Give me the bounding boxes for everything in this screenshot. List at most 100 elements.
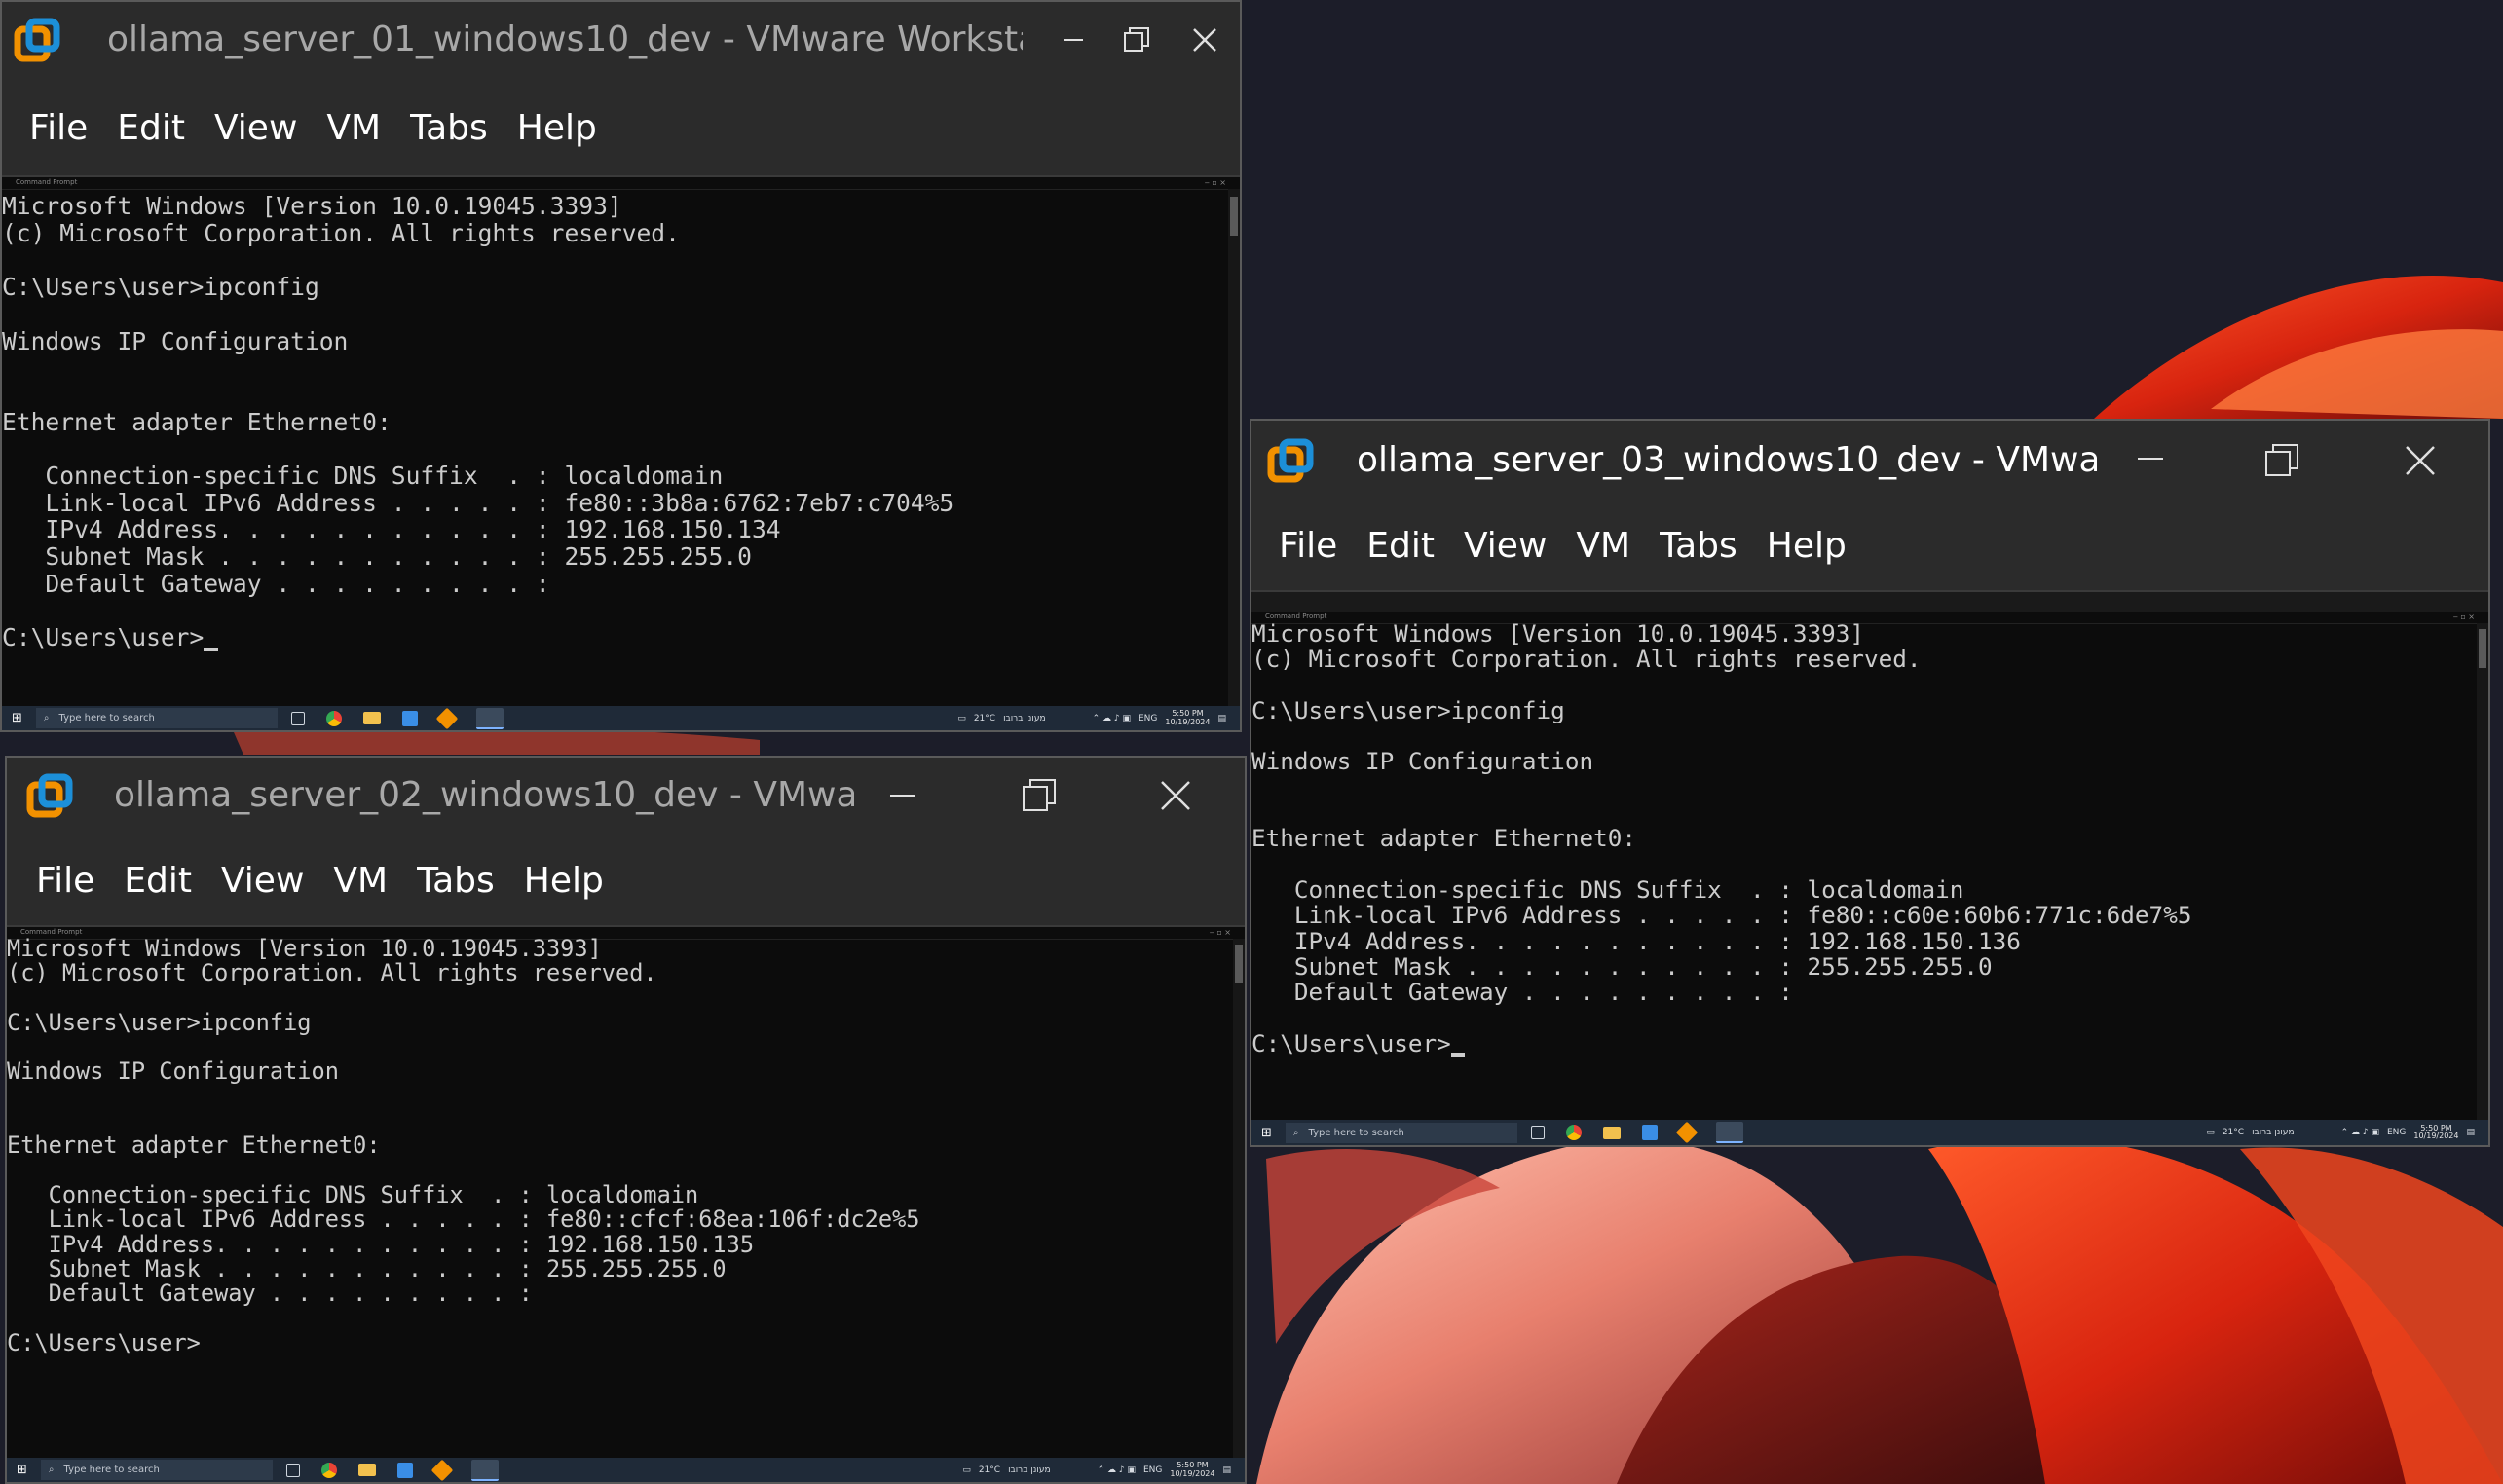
vm-console[interactable]: Command Prompt ‒ ▫ × Microsoft Windows [… bbox=[1252, 612, 2488, 1120]
minimize-button[interactable] bbox=[2121, 436, 2180, 485]
restore-button[interactable] bbox=[1010, 771, 1068, 820]
system-tray: ▭ 21°C מעונן ברובו ⌃ ☁ ♪ ▣ ENG 5:50 PM 1… bbox=[962, 1461, 1245, 1478]
menu-help[interactable]: Help bbox=[524, 861, 604, 901]
titlebar[interactable]: ollama_server_01_windows10_dev - VMware … bbox=[2, 2, 1240, 80]
language-indicator[interactable]: ENG bbox=[2387, 1128, 2406, 1137]
language-indicator[interactable]: ENG bbox=[1139, 714, 1157, 723]
window-title: ollama_server_01_windows10_dev - VMware … bbox=[107, 19, 1023, 59]
menu-file[interactable]: File bbox=[36, 861, 94, 901]
guest-taskbar: ⊞ ⌕ Type here to search ▭ 21°C מעונן ברו… bbox=[7, 1458, 1245, 1482]
language-indicator[interactable]: ENG bbox=[1143, 1465, 1162, 1475]
cmd-taskbar-icon[interactable] bbox=[470, 1459, 499, 1481]
guest-taskbar: ⊞ ⌕ Type here to search ▭ 21°C מעונן ברו… bbox=[2, 706, 1240, 730]
windows-start-icon[interactable]: ⊞ bbox=[1252, 1126, 1286, 1140]
terminal-line: (c) Microsoft Corporation. All rights re… bbox=[2, 218, 680, 247]
terminal-output: Microsoft Windows [Version 10.0.19045.33… bbox=[7, 936, 920, 1355]
menu-help[interactable]: Help bbox=[517, 108, 597, 148]
cmd-taskbar-icon[interactable] bbox=[1715, 1122, 1743, 1143]
close-button[interactable] bbox=[1146, 771, 1205, 820]
vmware-app-icon[interactable] bbox=[430, 1459, 454, 1481]
vm-window-1: ollama_server_01_windows10_dev - VMware … bbox=[0, 0, 1242, 732]
titlebar[interactable]: ollama_server_02_windows10_dev - VMware … bbox=[7, 758, 1245, 835]
file-explorer-icon[interactable] bbox=[1602, 1126, 1621, 1139]
menu-file[interactable]: File bbox=[1279, 526, 1337, 566]
menu-tabs[interactable]: Tabs bbox=[1660, 526, 1737, 566]
windows-start-icon[interactable]: ⊞ bbox=[7, 1463, 41, 1477]
close-icon bbox=[2406, 446, 2435, 475]
vmware-app-icon[interactable] bbox=[435, 707, 459, 729]
cmd-title: Command Prompt bbox=[16, 178, 78, 186]
menu-edit[interactable]: Edit bbox=[117, 108, 185, 148]
vscode-icon[interactable] bbox=[1641, 1125, 1658, 1140]
menu-file[interactable]: File bbox=[29, 108, 88, 148]
menu-tabs[interactable]: Tabs bbox=[410, 108, 488, 148]
menu-view[interactable]: View bbox=[1464, 526, 1547, 566]
file-explorer-icon[interactable] bbox=[357, 1464, 376, 1476]
search-placeholder: Type here to search bbox=[58, 713, 155, 723]
notification-icon[interactable]: ▤ bbox=[1222, 1465, 1231, 1475]
vmware-logo-icon bbox=[14, 18, 60, 62]
windows-start-icon[interactable]: ⊞ bbox=[2, 711, 36, 725]
terminal-line: Microsoft Windows [Version 10.0.19045.33… bbox=[2, 192, 622, 220]
vscode-icon[interactable] bbox=[396, 1462, 413, 1478]
file-explorer-icon[interactable] bbox=[362, 712, 381, 724]
vm-window-3: ollama_server_03_windows10_dev - VMware … bbox=[1250, 419, 2490, 1147]
menu-vm[interactable]: VM bbox=[326, 108, 381, 148]
taskbar-apps bbox=[285, 1459, 499, 1481]
notification-icon[interactable]: ▤ bbox=[2466, 1128, 2475, 1137]
task-view-icon[interactable] bbox=[285, 1463, 300, 1477]
chrome-icon[interactable] bbox=[325, 710, 342, 726]
terminal-line: Windows IP Configuration bbox=[7, 1057, 339, 1086]
vscode-icon[interactable] bbox=[401, 710, 418, 726]
clock-date: 10/19/2024 bbox=[1170, 1468, 1215, 1478]
taskbar-search[interactable]: ⌕ Type here to search bbox=[1285, 1122, 1517, 1143]
clock[interactable]: 5:50 PM 10/19/2024 bbox=[2413, 1124, 2458, 1141]
minimize-button[interactable] bbox=[874, 771, 932, 820]
task-view-icon[interactable] bbox=[1530, 1126, 1545, 1139]
terminal-line: Subnet Mask . . . . . . . . . . . : 255.… bbox=[1252, 951, 1993, 981]
notification-icon[interactable]: ▤ bbox=[1217, 714, 1226, 723]
close-button[interactable] bbox=[2391, 436, 2449, 485]
close-icon bbox=[1193, 28, 1216, 52]
menu-edit[interactable]: Edit bbox=[124, 861, 192, 901]
task-view-icon[interactable] bbox=[290, 711, 305, 725]
terminal-line: Link-local IPv6 Address . . . . . : fe80… bbox=[7, 1206, 920, 1234]
menu-view[interactable]: View bbox=[221, 861, 304, 901]
vm-console[interactable]: Command Prompt ‒ ▫ × Microsoft Windows [… bbox=[2, 177, 1240, 708]
taskbar-search[interactable]: ⌕ Type here to search bbox=[40, 1460, 273, 1480]
taskbar-search[interactable]: ⌕ Type here to search bbox=[35, 708, 278, 728]
menu-help[interactable]: Help bbox=[1767, 526, 1847, 566]
cmd-controls: ‒ ▫ × bbox=[2452, 612, 2475, 621]
minimize-button[interactable] bbox=[1044, 16, 1102, 64]
menu-vm[interactable]: VM bbox=[333, 861, 388, 901]
clock[interactable]: 5:50 PM 10/19/2024 bbox=[1165, 709, 1210, 726]
menu-tabs[interactable]: Tabs bbox=[417, 861, 495, 901]
chrome-icon[interactable] bbox=[1565, 1125, 1582, 1140]
restore-button[interactable] bbox=[1107, 16, 1166, 64]
weather-desc: מעונן ברובו bbox=[1008, 1465, 1051, 1475]
terminal-line: Ethernet adapter Ethernet0: bbox=[2, 407, 392, 436]
chrome-icon[interactable] bbox=[320, 1462, 337, 1478]
clock[interactable]: 5:50 PM 10/19/2024 bbox=[1170, 1461, 1215, 1478]
scrollbar[interactable] bbox=[1228, 189, 1240, 708]
menu-vm[interactable]: VM bbox=[1576, 526, 1630, 566]
terminal-line: C:\Users\user> bbox=[1252, 1030, 2191, 1057]
restore-button[interactable] bbox=[2253, 436, 2311, 485]
titlebar[interactable]: ollama_server_03_windows10_dev - VMware … bbox=[1252, 421, 2488, 501]
vm-console[interactable]: Command Prompt ‒ ▫ × Microsoft Windows [… bbox=[7, 927, 1245, 1458]
menu-edit[interactable]: Edit bbox=[1366, 526, 1435, 566]
terminal-line: Ethernet adapter Ethernet0: bbox=[7, 1132, 381, 1160]
vmware-app-icon[interactable] bbox=[1675, 1121, 1699, 1144]
scrollbar[interactable] bbox=[2477, 623, 2488, 1120]
cmd-taskbar-icon[interactable] bbox=[475, 707, 504, 729]
close-button[interactable] bbox=[1176, 16, 1234, 64]
menu-view[interactable]: View bbox=[214, 108, 297, 148]
search-placeholder: Type here to search bbox=[63, 1465, 160, 1475]
scrollbar[interactable] bbox=[1233, 939, 1245, 1458]
